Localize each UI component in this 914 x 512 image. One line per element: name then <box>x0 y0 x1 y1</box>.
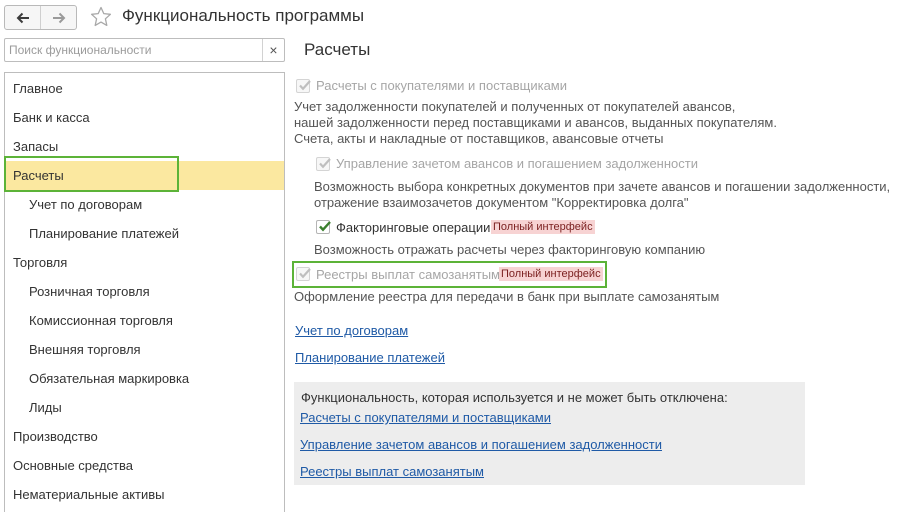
sidebar-item-retail[interactable]: Розничная торговля <box>5 277 284 306</box>
checkbox-customer-supplier-settlements[interactable] <box>296 79 311 93</box>
sidebar-item-production[interactable]: Производство <box>5 422 284 451</box>
sidebar-item-foreign-trade[interactable]: Внешняя торговля <box>5 335 284 364</box>
navigation-buttons <box>4 5 77 30</box>
option-description: нашей задолженности перед поставщиками и… <box>294 115 777 130</box>
sidebar-item-labeling[interactable]: Обязательная маркировка <box>5 364 284 393</box>
link-self-employed-registers[interactable]: Реестры выплат самозанятым <box>300 464 484 479</box>
option-label: Управление зачетом авансов и погашением … <box>336 156 698 171</box>
link-contracts[interactable]: Учет по договорам <box>295 323 408 338</box>
arrow-right-icon <box>52 12 65 23</box>
sidebar-item-trade[interactable]: Торговля <box>5 248 284 277</box>
sidebar-item-leads[interactable]: Лиды <box>5 393 284 422</box>
full-interface-badge: Полный интерфейс <box>499 267 603 281</box>
search-box: × <box>4 38 285 62</box>
checkmark-icon <box>299 80 311 91</box>
checkbox-self-employed-registers[interactable] <box>296 267 311 281</box>
star-icon <box>90 6 112 27</box>
checkmark-icon <box>319 158 331 169</box>
favorite-button[interactable] <box>89 5 113 29</box>
link-customer-supplier-settlements[interactable]: Расчеты с покупателями и поставщиками <box>300 410 551 425</box>
option-description: отражение взаимозачетов документом "Корр… <box>314 195 689 210</box>
option-description: Оформление реестра для передачи в банк п… <box>294 289 720 304</box>
option-description: Учет задолженности покупателей и получен… <box>294 99 736 114</box>
always-on-panel: Функциональность, которая используется и… <box>294 382 805 485</box>
sidebar-item-inventory[interactable]: Запасы <box>5 132 284 161</box>
section-title: Расчеты <box>304 40 371 59</box>
checkbox-advance-offset[interactable] <box>316 157 331 171</box>
sidebar-item-commission[interactable]: Комиссионная торговля <box>5 306 284 335</box>
sidebar-item-settlements[interactable]: Расчеты <box>5 161 284 190</box>
sections-list: Главное Банк и касса Запасы Расчеты Учет… <box>4 72 285 512</box>
page-title: Функциональность программы <box>122 6 365 25</box>
checkmark-icon <box>319 221 331 232</box>
arrow-left-icon <box>16 12 29 23</box>
forward-button[interactable] <box>40 6 76 29</box>
checkmark-icon <box>299 268 311 279</box>
always-on-note: Функциональность, которая используется и… <box>301 390 728 405</box>
back-button[interactable] <box>5 6 40 29</box>
link-payment-planning[interactable]: Планирование платежей <box>295 350 445 365</box>
sidebar-item-payment-planning[interactable]: Планирование платежей <box>5 219 284 248</box>
checkbox-factoring[interactable] <box>316 220 331 234</box>
full-interface-badge: Полный интерфейс <box>491 220 595 234</box>
sidebar-item-intangible-assets[interactable]: Нематериальные активы <box>5 480 284 509</box>
option-label: Реестры выплат самозанятым <box>316 267 500 282</box>
option-description: Возможность отражать расчеты через факто… <box>314 242 706 257</box>
link-advance-offset[interactable]: Управление зачетом авансов и погашением … <box>300 437 662 452</box>
option-label: Расчеты с покупателями и поставщиками <box>316 78 567 93</box>
close-icon: × <box>269 42 278 58</box>
sidebar-item-fixed-assets[interactable]: Основные средства <box>5 451 284 480</box>
option-description: Счета, акты и накладные от поставщиков, … <box>294 131 664 146</box>
search-input[interactable] <box>5 39 260 61</box>
search-clear-button[interactable]: × <box>262 39 284 61</box>
option-description: Возможность выбора конкретных документов… <box>314 179 891 194</box>
sidebar-item-bank[interactable]: Банк и касса <box>5 103 284 132</box>
option-label: Факторинговые операции <box>336 220 491 235</box>
sidebar-item-main[interactable]: Главное <box>5 74 284 103</box>
sidebar-item-contracts[interactable]: Учет по договорам <box>5 190 284 219</box>
